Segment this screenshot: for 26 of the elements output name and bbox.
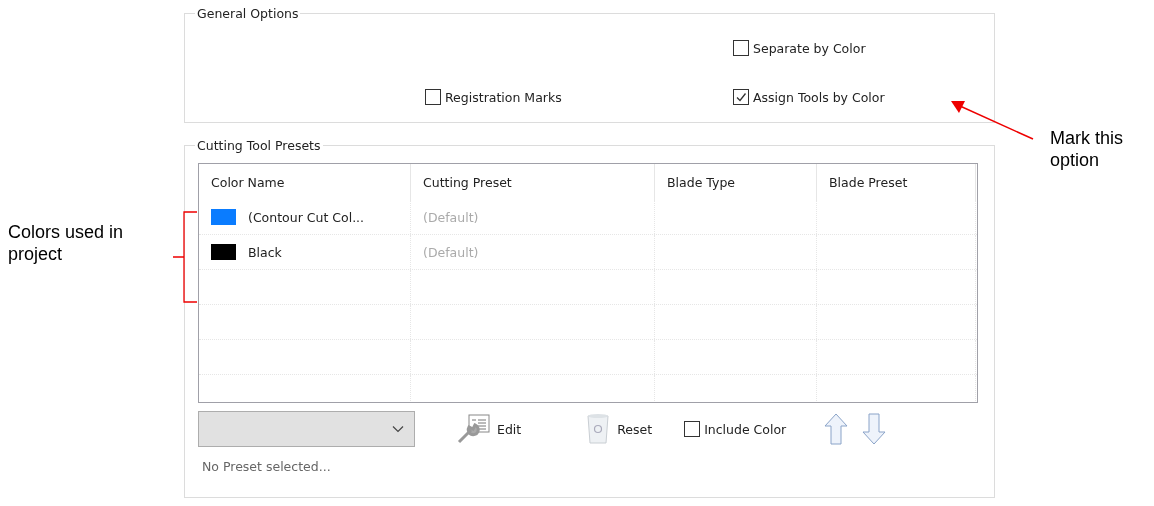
column-header[interactable]: Blade Preset <box>817 164 976 200</box>
edit-button[interactable]: Edit <box>457 413 522 445</box>
wrench-icon <box>457 413 491 445</box>
column-header[interactable]: Blade Type <box>655 164 817 200</box>
caret-icon <box>392 425 404 433</box>
status-text: No Preset selected... <box>202 459 332 474</box>
color-name: (Contour Cut Col... <box>248 209 365 225</box>
checkbox[interactable] <box>425 89 441 105</box>
checkbox[interactable] <box>733 89 749 105</box>
checkbox-option[interactable]: Registration Marks <box>425 87 733 107</box>
column-header[interactable]: Color Name <box>199 164 411 200</box>
group-title: Cutting Tool Presets <box>196 138 322 153</box>
checkbox-option[interactable]: Separate by Color <box>733 38 994 58</box>
preset-value: (Default) <box>423 209 479 225</box>
preset-value: (Default) <box>423 244 479 260</box>
checkbox[interactable] <box>733 40 749 56</box>
recycle-bin-icon <box>585 412 612 446</box>
group-title: General Options <box>196 6 300 21</box>
column-header[interactable]: Cutting Preset <box>411 164 655 200</box>
checkbox-option[interactable]: Include Color <box>684 419 787 439</box>
reset-button[interactable]: Reset <box>585 412 653 446</box>
checkbox[interactable] <box>684 421 701 437</box>
color-name: Black <box>248 244 282 260</box>
checkbox-option[interactable]: Assign Tools by Color <box>733 87 994 107</box>
annotation-text: Colors used in project <box>8 221 125 265</box>
annotation-text: Mark this option <box>1050 127 1124 171</box>
